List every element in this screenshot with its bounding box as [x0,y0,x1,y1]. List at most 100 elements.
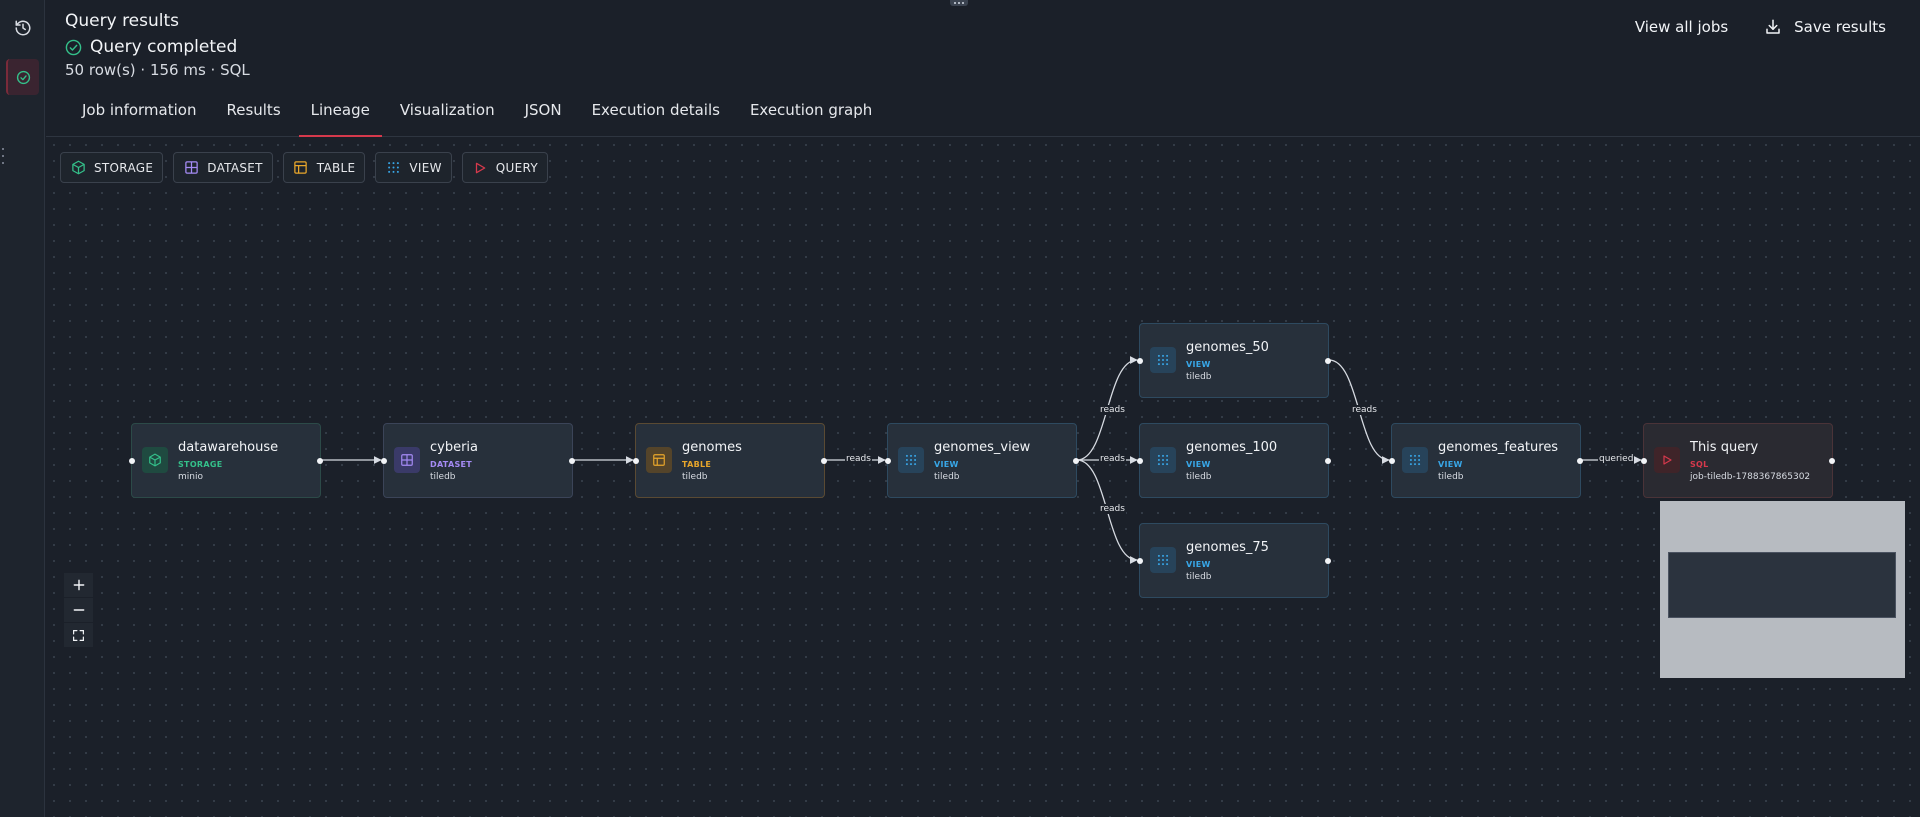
node-output-port[interactable] [1325,458,1331,464]
header-actions: View all jobs Save results [1635,18,1886,36]
results-header: Query results Query completed 50 row(s) … [46,0,1920,90]
node-genomes-features[interactable]: genomes_features VIEW tiledb [1389,423,1583,498]
node-input-port[interactable] [1641,458,1647,464]
node-name: genomes_75 [1186,540,1269,555]
panel-drag-handle[interactable] [950,0,968,6]
edge-label-reads: reads [1099,504,1126,514]
dots-grid-icon [1150,447,1176,473]
status-text: Query completed [90,37,238,57]
download-icon [1766,19,1780,34]
node-type: TABLE [682,460,712,469]
view-all-jobs-label: View all jobs [1634,18,1729,36]
fullscreen-icon [73,629,84,641]
tab-job-information[interactable]: Job information [70,90,208,136]
active-job-button[interactable] [6,59,39,95]
node-input-port[interactable] [381,458,387,464]
node-name: This query [1690,440,1759,455]
node-type: VIEW [1186,560,1211,569]
node-name: genomes_features [1438,440,1559,455]
minimap[interactable] [1660,501,1905,678]
minus-icon [73,609,84,611]
node-type: DATASET [430,460,473,469]
node-input-port[interactable] [1137,358,1143,364]
history-button[interactable] [6,10,39,46]
edge-label-queried: queried [1598,454,1635,464]
node-name: datawarehouse [178,440,279,455]
fit-view-button[interactable] [64,623,93,648]
dots-grid-icon [1150,547,1176,573]
node-output-port[interactable] [1073,458,1079,464]
node-name: genomes_100 [1186,440,1278,455]
edge-label-reads: reads [845,454,872,464]
node-name: genomes_50 [1186,340,1269,355]
node-datawarehouse[interactable]: datawarehouse STORAGE minio [129,423,323,498]
node-input-port[interactable] [885,458,891,464]
node-output-port[interactable] [1829,458,1835,464]
node-genomes-view[interactable]: genomes_view VIEW tiledb [885,423,1079,498]
node-input-port[interactable] [1137,558,1143,564]
node-type: SQL [1690,460,1709,469]
node-this-query[interactable]: This query SQL job-tiledb-1788367865302 [1641,423,1835,498]
edge-label-reads: reads [1351,405,1378,415]
zoom-controls [64,573,93,648]
lineage-canvas[interactable]: STORAGE DATASET TABLE VIEW QUERY reads r… [46,137,1920,817]
tab-execution-details[interactable]: Execution details [580,90,732,136]
check-circle-icon [16,70,31,84]
node-input-port[interactable] [633,458,639,464]
tab-lineage[interactable]: Lineage [298,90,383,137]
node-type: VIEW [1438,460,1463,469]
view-all-jobs-button[interactable]: View all jobs [1635,18,1728,36]
node-name: cyberia [430,440,479,455]
tab-visualization[interactable]: Visualization [388,90,507,136]
dots-grid-icon [1150,347,1176,373]
node-output-port[interactable] [1325,358,1331,364]
node-output-port[interactable] [1325,558,1331,564]
node-type: VIEW [1186,460,1211,469]
node-source: tiledb [1186,472,1212,482]
node-source: tiledb [682,472,708,482]
zoom-out-button[interactable] [64,598,93,623]
tab-execution-graph[interactable]: Execution graph [738,90,884,136]
check-circle-icon [65,39,82,55]
save-results-button[interactable]: Save results [1764,18,1886,36]
node-output-port[interactable] [821,458,827,464]
node-genomes-50[interactable]: genomes_50 VIEW tiledb [1137,323,1331,398]
node-output-port[interactable] [317,458,323,464]
edge-label-reads: reads [1099,405,1126,415]
history-icon [15,20,30,36]
left-rail [0,0,45,817]
node-input-port[interactable] [1389,458,1395,464]
node-output-port[interactable] [1577,458,1583,464]
dots-grid-icon [898,447,924,473]
node-output-port[interactable] [569,458,575,464]
node-input-port[interactable] [1137,458,1143,464]
edge-label-reads: reads [1099,454,1126,464]
node-genomes[interactable]: genomes TABLE tiledb [633,423,827,498]
dots-grid-icon [1402,447,1428,473]
node-source: tiledb [430,472,456,482]
node-genomes-75[interactable]: genomes_75 VIEW tiledb [1137,523,1331,598]
node-genomes-100[interactable]: genomes_100 VIEW tiledb [1137,423,1331,498]
page-title: Query results [65,11,180,31]
node-source: tiledb [934,472,960,482]
node-cyberia[interactable]: cyberia DATASET tiledb [381,423,575,498]
query-meta: 50 row(s) · 156 ms · SQL [65,61,250,79]
node-input-port[interactable] [129,458,135,464]
tab-json[interactable]: JSON [513,90,574,136]
tab-results[interactable]: Results [214,90,292,136]
plus-icon [73,579,84,591]
grid-icon [394,447,420,473]
query-status: Query completed [65,37,237,57]
node-type: VIEW [934,460,959,469]
node-name: genomes [682,440,742,455]
save-results-label: Save results [1794,18,1886,36]
node-source: minio [178,472,203,482]
node-source: job-tiledb-1788367865302 [1690,472,1811,482]
node-name: genomes_view [934,440,1031,455]
rail-resize-handle[interactable] [0,148,6,164]
node-source: tiledb [1186,372,1212,382]
cube-icon [142,447,168,473]
zoom-in-button[interactable] [64,573,93,598]
minimap-viewport[interactable] [1668,552,1896,618]
node-type: STORAGE [178,460,223,469]
